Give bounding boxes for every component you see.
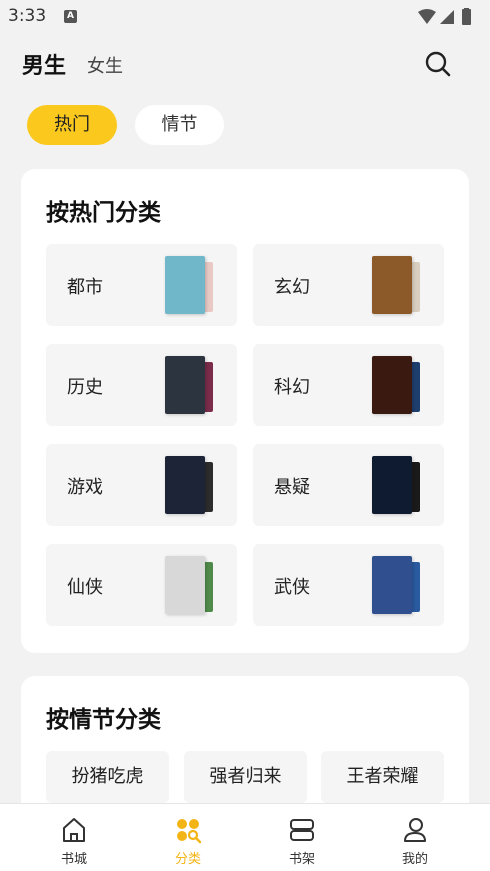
book-cover: [372, 556, 422, 614]
category-label: 玄幻: [274, 277, 310, 298]
nav-label: 书架: [288, 852, 315, 867]
nav-profile[interactable]: 我的: [365, 804, 465, 871]
top-nav: 男生 女生: [0, 44, 490, 84]
bookshelf-icon: [290, 819, 314, 841]
plot-tag[interactable]: 扮猪吃虎: [46, 751, 169, 803]
signal-battery-icon: [418, 8, 471, 25]
tab-female[interactable]: 女生: [87, 52, 123, 78]
status-bar: 3:33 A: [0, 0, 490, 34]
filter-hot-button[interactable]: 热门: [27, 105, 117, 145]
nav-label: 分类: [174, 852, 201, 867]
home-icon: [63, 818, 85, 842]
book-cover: [372, 356, 422, 414]
nav-bookshelf[interactable]: 书架: [252, 804, 352, 871]
category-lishi[interactable]: 历史: [46, 344, 237, 426]
filter-plot-button[interactable]: 情节: [135, 105, 224, 145]
book-cover: [165, 256, 215, 314]
book-cover: [165, 456, 215, 514]
category-icon: [177, 819, 201, 844]
nav-bookstore[interactable]: 书城: [24, 804, 124, 871]
nav-label: 书城: [60, 852, 87, 867]
category-label: 武侠: [274, 577, 310, 598]
category-kehuan[interactable]: 科幻: [253, 344, 444, 426]
category-label: 仙侠: [67, 577, 103, 598]
category-xuanyi[interactable]: 悬疑: [253, 444, 444, 526]
category-youxi[interactable]: 游戏: [46, 444, 237, 526]
hot-section-title: 按热门分类: [46, 200, 161, 226]
status-time: 3:33: [8, 6, 47, 26]
search-icon[interactable]: [424, 50, 452, 78]
hot-category-card: 按热门分类 都市 玄幻 历史 科幻 游戏 悬疑 仙侠 武侠: [21, 169, 469, 653]
book-cover: [165, 556, 215, 614]
category-wuxia[interactable]: 武侠: [253, 544, 444, 626]
book-cover: [165, 356, 215, 414]
plot-tag[interactable]: 强者归来: [184, 751, 307, 803]
category-xianxia[interactable]: 仙侠: [46, 544, 237, 626]
book-cover: [372, 456, 422, 514]
category-label: 游戏: [67, 477, 103, 498]
book-cover: [372, 256, 422, 314]
category-xuanhuan[interactable]: 玄幻: [253, 244, 444, 326]
category-label: 历史: [67, 377, 103, 398]
category-dushi[interactable]: 都市: [46, 244, 237, 326]
nav-label: 我的: [401, 852, 428, 867]
plot-tag[interactable]: 王者荣耀: [321, 751, 444, 803]
tab-male[interactable]: 男生: [22, 48, 66, 80]
notification-a-icon: A: [64, 10, 77, 23]
nav-category[interactable]: 分类: [138, 804, 238, 871]
profile-icon: [404, 818, 426, 842]
category-label: 都市: [67, 277, 103, 298]
plot-section-title: 按情节分类: [46, 707, 161, 733]
bottom-nav: 书城 分类 书架 我的: [0, 803, 490, 871]
category-label: 科幻: [274, 377, 310, 398]
category-label: 悬疑: [274, 477, 310, 498]
